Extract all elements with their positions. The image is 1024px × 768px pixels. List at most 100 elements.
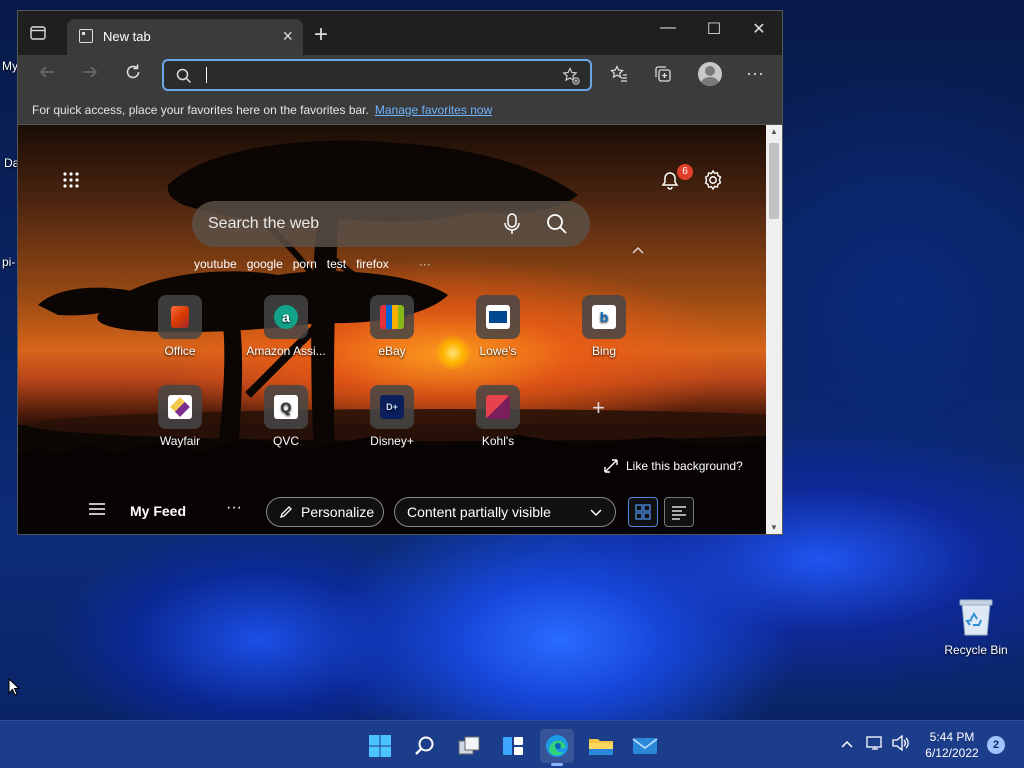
quick-link-ebay[interactable]: eBay <box>342 295 442 358</box>
text-caret <box>206 67 207 83</box>
start-button[interactable] <box>363 729 397 763</box>
quick-link-label: Amazon Assi... <box>246 344 326 358</box>
trending-item[interactable]: porn <box>293 257 317 271</box>
task-view-button[interactable] <box>452 729 486 763</box>
refresh-button[interactable] <box>124 63 142 87</box>
quick-link-lowes[interactable]: Lowe's <box>448 295 548 358</box>
quick-link-qvc[interactable]: Q QVC <box>236 385 336 448</box>
new-tab-page: 6 Search the web youtube google porn tes… <box>18 125 766 534</box>
trending-item[interactable]: firefox <box>356 257 389 271</box>
settings-and-more-button[interactable]: ··· <box>746 63 764 84</box>
new-tab-button[interactable]: + <box>314 21 328 49</box>
add-favorite-star-icon[interactable] <box>562 67 580 90</box>
network-icon[interactable] <box>866 735 884 754</box>
feed-menu-icon[interactable] <box>88 502 106 521</box>
manage-favorites-link[interactable]: Manage favorites now <box>375 103 492 117</box>
trending-more-button[interactable]: ··· <box>419 257 431 271</box>
web-search-submit-icon[interactable] <box>546 213 568 240</box>
quick-link-label: QVC <box>272 434 299 448</box>
volume-icon[interactable] <box>892 734 910 754</box>
quick-link-wayfair[interactable]: Wayfair <box>130 385 230 448</box>
expand-icon <box>604 459 618 473</box>
tab-close-button[interactable]: × <box>282 26 293 47</box>
trending-item[interactable]: google <box>247 257 283 271</box>
quick-link-office[interactable]: Office <box>130 295 230 358</box>
personalize-button[interactable]: Personalize <box>266 497 384 527</box>
favorites-bar-message: For quick access, place your favorites h… <box>32 102 369 117</box>
add-shortcut-button[interactable]: + <box>592 395 605 421</box>
voice-search-mic-icon[interactable] <box>504 213 520 240</box>
address-bar[interactable] <box>162 59 592 91</box>
taskbar-clock[interactable]: 5:44 PM 6/12/2022 <box>920 729 984 761</box>
search-icon <box>176 68 192 89</box>
quick-link-label: eBay <box>378 344 406 358</box>
content-visibility-dropdown[interactable]: Content partially visible <box>394 497 616 527</box>
personalize-label: Personalize <box>301 504 375 520</box>
disney-plus-icon: D+ <box>380 395 404 419</box>
list-layout-button[interactable] <box>664 497 694 527</box>
mail-button[interactable] <box>628 729 662 763</box>
quick-link-label: Office <box>164 344 196 358</box>
notification-center-badge[interactable]: 2 <box>987 736 1005 754</box>
page-settings-gear-icon[interactable] <box>702 169 724 196</box>
new-tab-page-icon <box>79 29 93 43</box>
feed-more-button[interactable]: ··· <box>226 499 242 517</box>
office-icon <box>171 306 189 328</box>
bing-icon: b <box>592 305 616 329</box>
grid-layout-button[interactable] <box>628 497 658 527</box>
collections-icon[interactable] <box>654 65 672 88</box>
wayfair-icon <box>168 395 192 419</box>
quick-link-bing[interactable]: b Bing <box>554 295 654 358</box>
taskbar: 5:44 PM 6/12/2022 2 <box>0 720 1024 768</box>
widgets-icon <box>503 737 523 755</box>
profile-avatar[interactable] <box>698 62 722 86</box>
quick-link-label: Lowe's <box>479 344 517 358</box>
taskbar-search-button[interactable] <box>408 729 442 763</box>
page-scrollbar[interactable]: ▲ ▼ <box>766 125 782 534</box>
widgets-button[interactable] <box>496 729 530 763</box>
web-search-box[interactable]: Search the web <box>192 201 590 247</box>
like-background-button[interactable]: Like this background? <box>604 459 743 473</box>
favorites-bar: For quick access, place your favorites h… <box>18 95 782 125</box>
quick-link-amazon-assistant[interactable]: a Amazon Assi... <box>236 295 336 358</box>
minimize-button[interactable]: — <box>656 19 680 37</box>
back-button[interactable] <box>38 63 56 87</box>
back-arrow-icon <box>39 66 54 78</box>
tab-actions-icon[interactable] <box>30 25 50 43</box>
desktop-icon-label-3: pi- <box>2 255 16 269</box>
quick-link-label: Bing <box>591 344 617 358</box>
quick-link-kohls[interactable]: Kohl's <box>448 385 548 448</box>
maximize-button[interactable]: ☐ <box>702 19 726 39</box>
tab-new-tab[interactable]: New tab × <box>67 19 303 55</box>
app-launcher-icon[interactable] <box>62 171 80 194</box>
ebay-icon <box>380 305 404 329</box>
like-background-label: Like this background? <box>626 459 743 473</box>
scrollbar-thumb[interactable] <box>769 143 779 219</box>
trending-item[interactable]: youtube <box>194 257 237 271</box>
quick-link-label: Kohl's <box>481 434 515 448</box>
quick-link-label: Wayfair <box>159 434 201 448</box>
windows-start-icon <box>369 735 391 757</box>
lowes-icon <box>486 305 510 329</box>
edge-browser-window: New tab × + — ☐ ✕ ··· For quick access, … <box>17 10 783 535</box>
trending-item[interactable]: test <box>327 257 346 271</box>
my-feed-title[interactable]: My Feed <box>130 503 186 519</box>
show-hidden-icons-chevron-icon[interactable] <box>841 735 853 751</box>
file-explorer-icon <box>589 739 613 755</box>
recycle-bin-icon <box>959 597 993 637</box>
taskbar-edge-button[interactable] <box>540 729 574 766</box>
scroll-up-arrow-icon[interactable]: ▲ <box>770 127 778 136</box>
quick-link-disney-plus[interactable]: D+ Disney+ <box>342 385 442 448</box>
close-window-button[interactable]: ✕ <box>747 19 771 39</box>
edge-icon <box>546 735 568 757</box>
recycle-bin[interactable]: Recycle Bin <box>944 597 1008 657</box>
forward-arrow-icon <box>83 66 98 78</box>
forward-button[interactable] <box>81 63 99 87</box>
favorites-icon[interactable] <box>610 65 628 88</box>
desktop-icon-label-1: My <box>2 59 18 73</box>
mail-icon <box>632 738 658 754</box>
scroll-down-arrow-icon[interactable]: ▼ <box>770 523 778 532</box>
amazon-assistant-icon: a <box>274 305 298 329</box>
file-explorer-button[interactable] <box>584 729 618 763</box>
collapse-chevron-up-icon[interactable] <box>632 243 644 257</box>
